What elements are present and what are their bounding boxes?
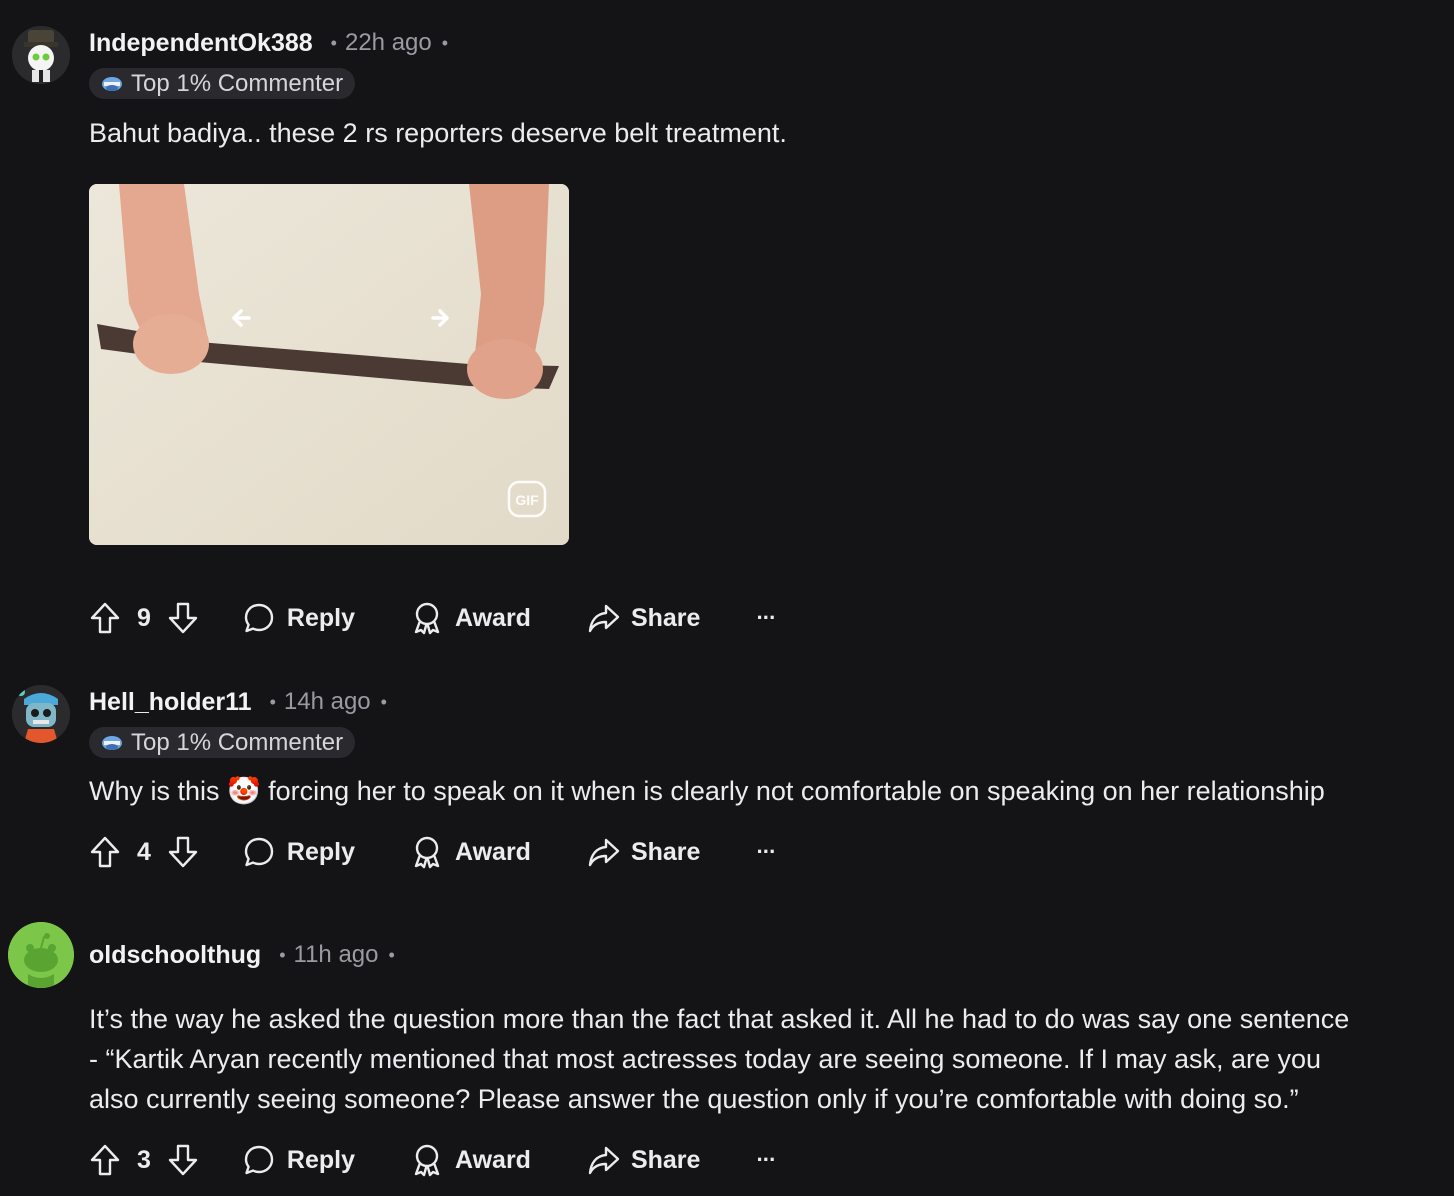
upvote-icon xyxy=(90,1144,120,1176)
award-button[interactable]: Award xyxy=(411,1143,531,1177)
username[interactable]: Hell_holder11 xyxy=(89,688,252,717)
share-icon xyxy=(588,838,620,867)
timestamp[interactable]: 22h ago xyxy=(345,29,432,57)
reply-button[interactable]: Reply xyxy=(243,1144,355,1176)
comment-body: Bahut badiya.. these 2 rs reporters dese… xyxy=(89,118,787,148)
reply-button[interactable]: Reply xyxy=(243,602,355,634)
downvote-button[interactable] xyxy=(167,1143,199,1177)
downvote-button[interactable] xyxy=(167,601,199,635)
downvote-icon xyxy=(168,1144,198,1176)
comment-text: forcing her to speak on it when is clear… xyxy=(260,776,1325,806)
award-button[interactable]: Award xyxy=(411,601,531,635)
share-icon xyxy=(588,604,620,633)
comment-bubble-icon xyxy=(244,603,274,633)
user-avatar[interactable] xyxy=(12,685,70,743)
share-label: Share xyxy=(630,837,701,866)
separator-dot: • xyxy=(269,691,276,712)
timestamp[interactable]: 14h ago xyxy=(284,688,371,716)
comment-line: - “Kartik Aryan recently mentioned that … xyxy=(89,1044,1322,1074)
award-icon xyxy=(414,602,440,635)
flair-label: Top 1% Commenter xyxy=(131,728,344,756)
user-avatar[interactable] xyxy=(12,26,70,84)
comment-text: Why is this xyxy=(89,776,228,806)
vote-count: 3 xyxy=(137,1145,151,1174)
vote-count: 4 xyxy=(137,837,151,866)
share-label: Share xyxy=(630,1145,701,1174)
share-button[interactable]: Share xyxy=(587,602,700,634)
comment-actions: 4 Reply Award Share ··· xyxy=(89,832,776,872)
more-options-button[interactable]: ··· xyxy=(756,605,776,631)
reply-label: Reply xyxy=(286,603,355,632)
comment-meta: Hell_holder11 • 14h ago • xyxy=(89,685,387,719)
more-options-icon: ··· xyxy=(756,839,776,864)
comment-bubble-icon xyxy=(244,1145,274,1175)
separator-dot: • xyxy=(380,691,387,712)
downvote-icon xyxy=(168,602,198,634)
comment-line: It’s the way he asked the question more … xyxy=(89,1004,1350,1034)
award-icon xyxy=(414,1144,440,1177)
comment-actions: 3 Reply Award Share ··· xyxy=(89,1140,776,1180)
comment-line: also currently seeing someone? Please an… xyxy=(89,1084,1299,1114)
upvote-icon xyxy=(90,602,120,634)
gif-badge: GIF xyxy=(515,492,539,508)
comment-meta: IndependentOk388 • 22h ago • xyxy=(89,26,448,60)
username[interactable]: IndependentOk388 xyxy=(89,29,313,58)
reply-label: Reply xyxy=(286,1145,355,1174)
separator-dot: • xyxy=(330,32,337,53)
upvote-button[interactable] xyxy=(89,601,121,635)
separator-dot: • xyxy=(279,944,286,965)
comment-bubble-icon xyxy=(244,837,274,867)
reply-button[interactable]: Reply xyxy=(243,836,355,868)
separator-dot: • xyxy=(441,32,449,53)
upvote-icon xyxy=(90,836,120,868)
award-label: Award xyxy=(455,603,531,632)
more-options-icon: ··· xyxy=(756,605,776,630)
more-options-button[interactable]: ··· xyxy=(756,1147,776,1173)
comment-body: It’s the way he asked the question more … xyxy=(89,999,1349,1119)
commenter-badge-icon xyxy=(102,735,122,750)
share-label: Share xyxy=(630,603,701,632)
username[interactable]: oldschoolthug xyxy=(89,941,261,970)
user-flair: Top 1% Commenter xyxy=(89,727,356,758)
more-options-button[interactable]: ··· xyxy=(756,839,776,865)
downvote-icon xyxy=(168,836,198,868)
user-flair: Top 1% Commenter xyxy=(89,68,356,99)
award-label: Award xyxy=(455,1145,531,1174)
share-button[interactable]: Share xyxy=(587,836,700,868)
comment-body: Why is this 🤡 forcing her to speak on it… xyxy=(89,771,1325,811)
share-icon xyxy=(588,1146,620,1175)
separator-dot: • xyxy=(388,944,395,965)
award-label: Award xyxy=(455,837,531,866)
commenter-badge-icon xyxy=(102,76,122,91)
share-button[interactable]: Share xyxy=(587,1144,700,1176)
clown-emoji: 🤡 xyxy=(227,776,261,806)
upvote-button[interactable] xyxy=(89,835,121,869)
gif-media[interactable]: GIF xyxy=(89,184,569,545)
timestamp[interactable]: 11h ago xyxy=(294,941,379,969)
vote-count: 9 xyxy=(137,603,151,632)
user-avatar[interactable] xyxy=(8,922,74,988)
reply-label: Reply xyxy=(286,837,355,866)
flair-label: Top 1% Commenter xyxy=(131,69,344,97)
award-icon xyxy=(414,836,440,869)
downvote-button[interactable] xyxy=(167,835,199,869)
more-options-icon: ··· xyxy=(756,1147,776,1172)
comment-meta: oldschoolthug • 11h ago • xyxy=(89,938,395,972)
comment-actions: 9 Reply Award Share ··· xyxy=(89,598,776,638)
belt-gif-image: GIF xyxy=(89,184,569,545)
award-button[interactable]: Award xyxy=(411,835,531,869)
upvote-button[interactable] xyxy=(89,1143,121,1177)
